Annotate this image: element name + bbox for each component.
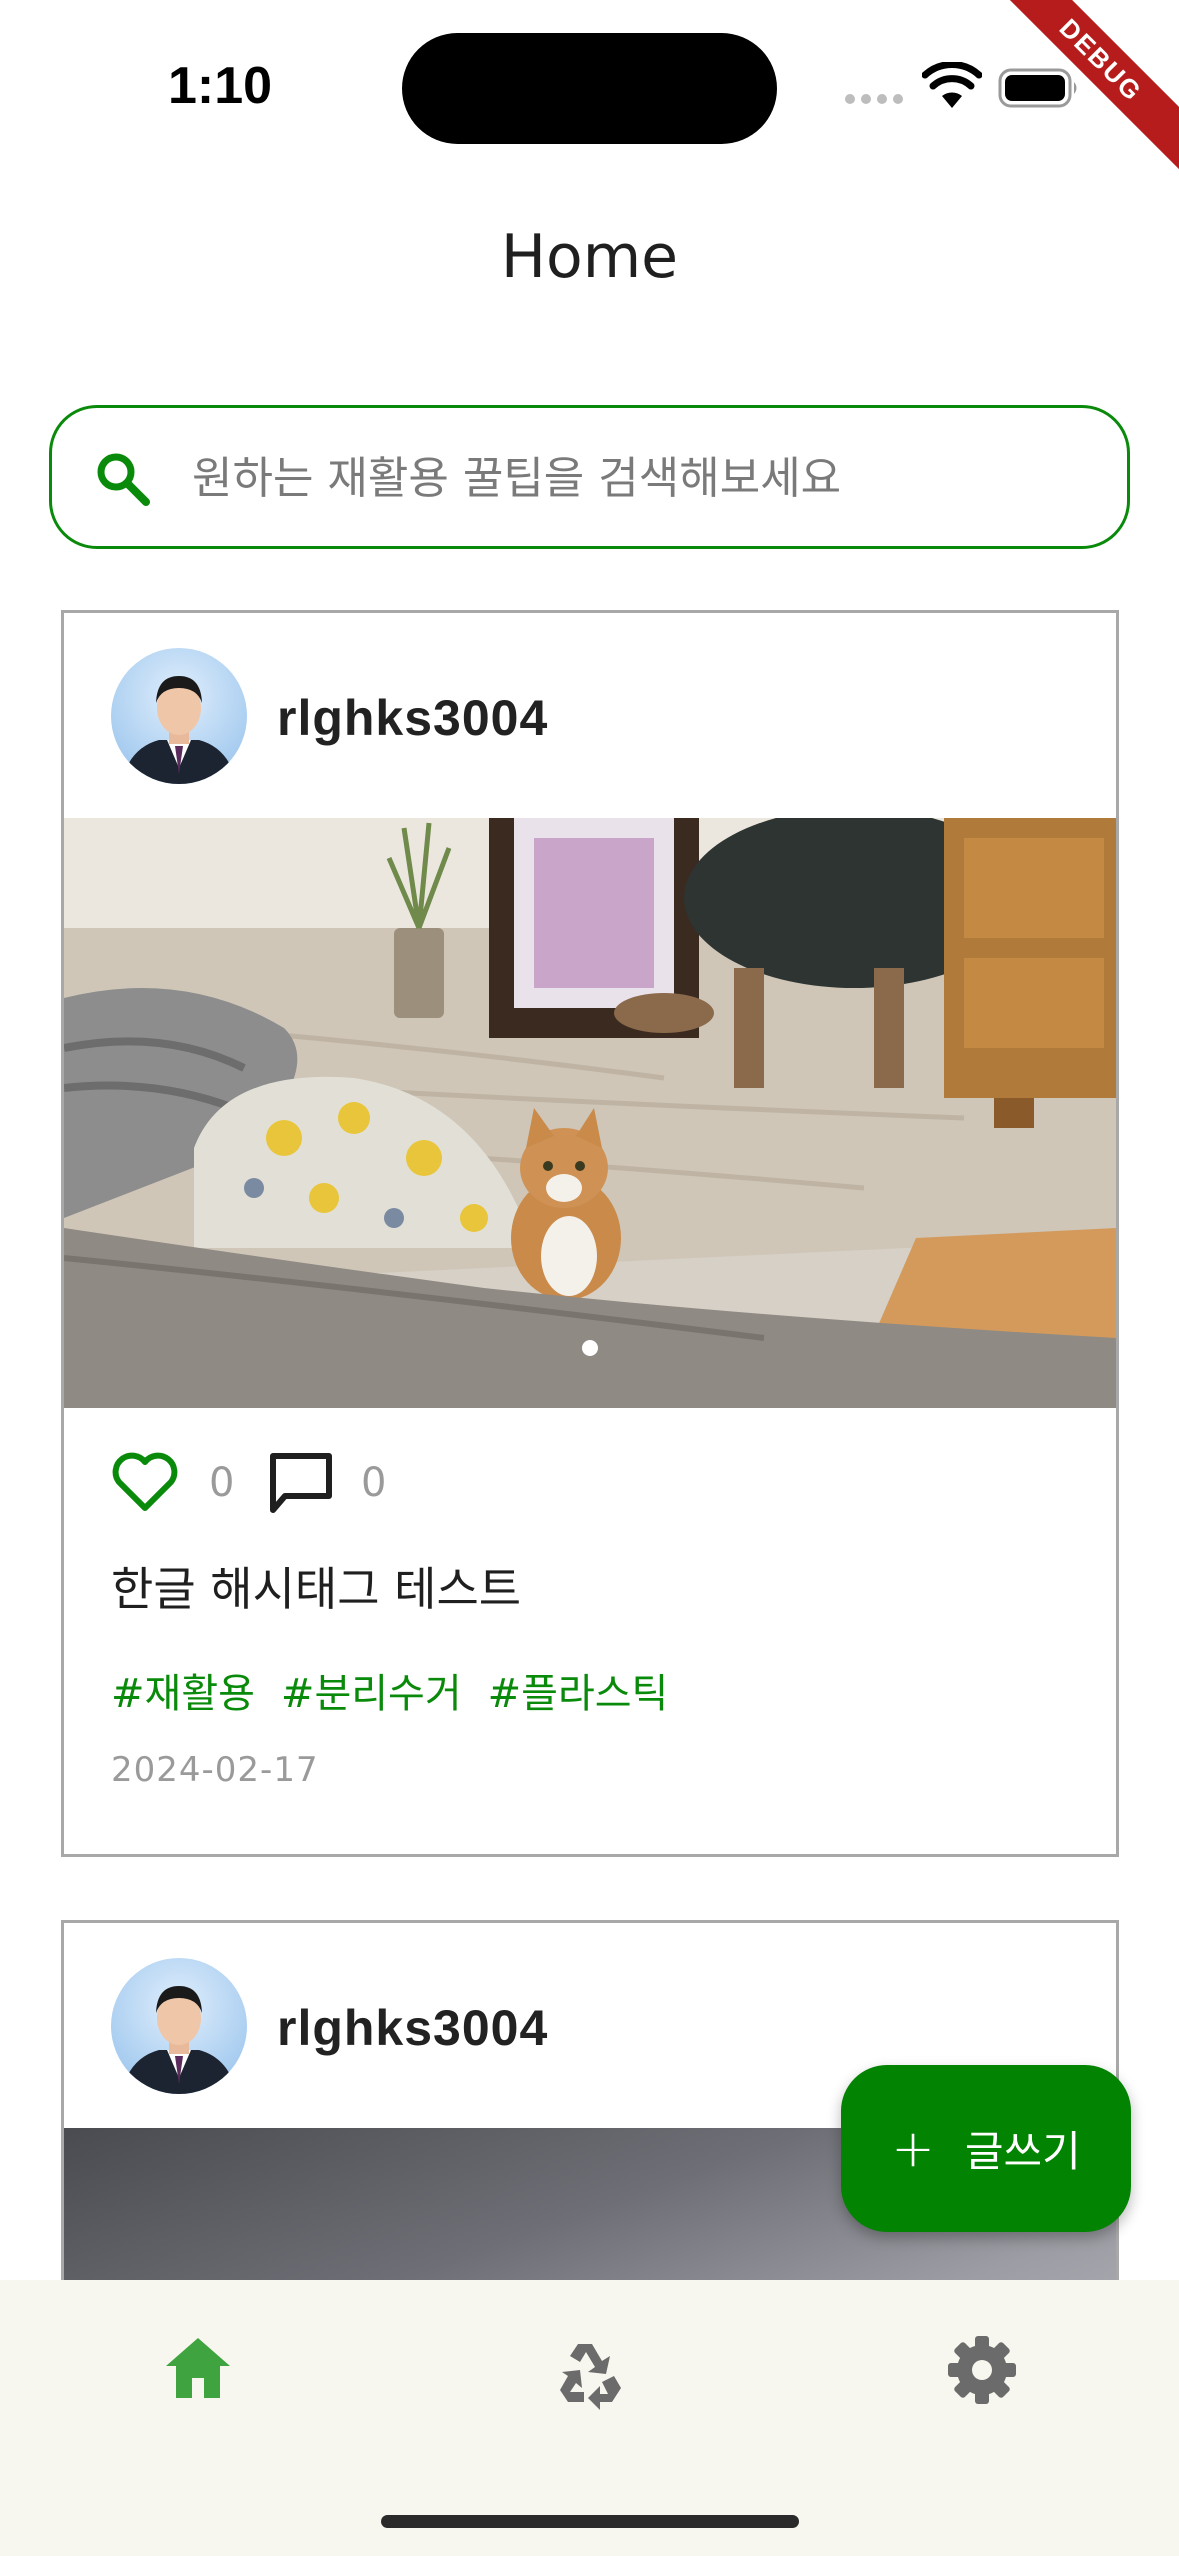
debug-banner: DEBUG xyxy=(989,0,1179,190)
gear-icon[interactable] xyxy=(932,2320,1032,2420)
hashtag[interactable]: #플라스틱 xyxy=(488,1661,669,1719)
wifi-icon xyxy=(922,62,982,108)
debug-label: DEBUG xyxy=(989,0,1179,175)
status-time: 1:10 xyxy=(168,57,273,115)
post-date: 2024-02-17 xyxy=(111,1750,319,1790)
post-text: 한글 해시태그 테스트 xyxy=(111,1562,522,1616)
heart-icon[interactable] xyxy=(111,1450,179,1514)
recycle-icon[interactable] xyxy=(540,2320,640,2420)
write-post-label: 글쓰기 xyxy=(964,2127,1081,2176)
hashtag[interactable]: #분리수거 xyxy=(281,1661,462,1719)
carousel-indicator-dot[interactable] xyxy=(582,1340,598,1356)
dynamic-island xyxy=(402,33,777,144)
comment-count: 0 xyxy=(361,1460,387,1506)
write-post-button[interactable]: + 글쓰기 xyxy=(841,2065,1131,2232)
avatar[interactable] xyxy=(111,648,247,784)
post-actions: 0 0 xyxy=(64,1448,1116,1528)
hashtag-list: #재활용 #분리수거 #플라스틱 xyxy=(111,1661,668,1719)
search-input[interactable] xyxy=(192,428,1092,528)
cat-photo xyxy=(64,818,1116,1408)
plus-icon: + xyxy=(891,2118,935,2179)
post-image[interactable] xyxy=(64,818,1116,1408)
search-icon xyxy=(97,453,150,506)
page-title: Home xyxy=(500,222,679,292)
post-card[interactable]: rlghks3004 xyxy=(61,610,1119,1857)
post-username[interactable]: rlghks3004 xyxy=(277,1999,548,2057)
search-bar[interactable] xyxy=(49,405,1130,549)
comment-icon[interactable] xyxy=(267,1450,335,1516)
post-header: rlghks3004 xyxy=(64,613,1116,818)
post-username[interactable]: rlghks3004 xyxy=(277,689,548,747)
home-indicator[interactable] xyxy=(381,2515,799,2528)
post-feed[interactable]: rlghks3004 0 0 한글 해시태그 테스트 #재활용 #분리수거 #플… xyxy=(0,610,1179,2280)
hashtag[interactable]: #재활용 xyxy=(111,1661,255,1719)
avatar[interactable] xyxy=(111,1958,247,2094)
status-bar: 1:10 DEBUG xyxy=(0,0,1179,175)
cellular-signal-icon xyxy=(845,94,905,106)
home-icon[interactable] xyxy=(148,2320,248,2420)
like-count: 0 xyxy=(209,1460,235,1506)
